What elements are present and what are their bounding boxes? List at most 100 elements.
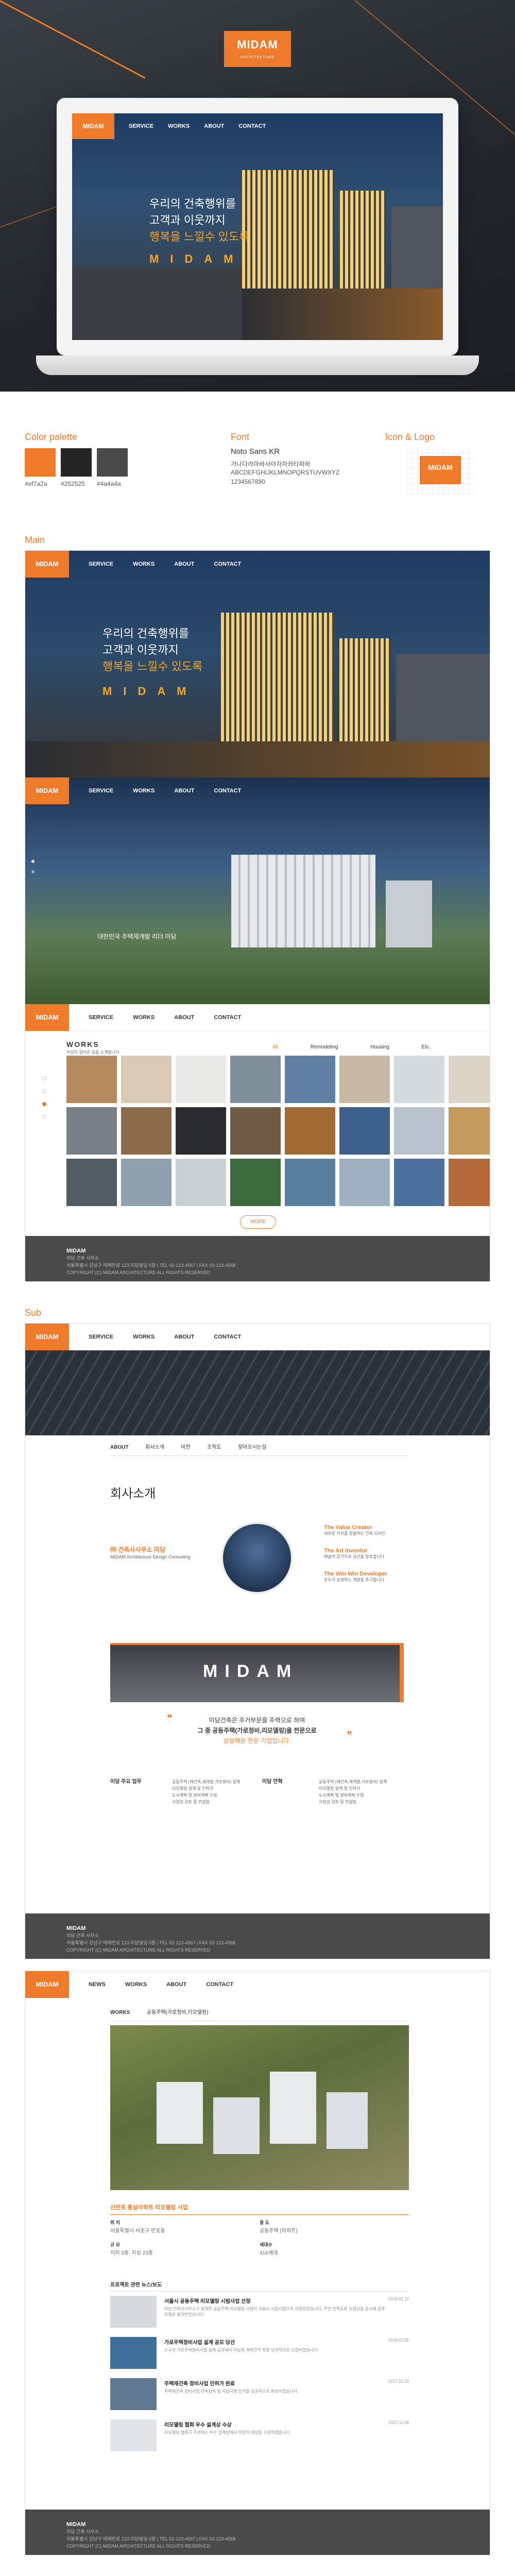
mockup-logo[interactable]: MIDAM <box>72 113 114 139</box>
work-thumb[interactable] <box>66 1056 117 1103</box>
filter-all[interactable]: All <box>272 1044 278 1050</box>
nav-contact[interactable]: CONTACT <box>214 561 241 567</box>
work-thumb[interactable] <box>121 1056 171 1103</box>
nav-contact[interactable]: CONTACT <box>214 788 241 794</box>
nav-contact[interactable]: CONTACT <box>214 1334 241 1340</box>
tab-works[interactable]: WORKS <box>110 2010 130 2015</box>
building <box>270 2072 316 2144</box>
company-name-en: MIDAM Architecture Design Consulting <box>110 1554 191 1560</box>
work-thumb[interactable] <box>230 1107 281 1155</box>
swatch-label: #252525 <box>61 480 85 487</box>
work-thumb[interactable] <box>230 1159 281 1206</box>
tab-company[interactable]: 회사소개 <box>145 1445 164 1450</box>
nav-works[interactable]: WORKS <box>125 1981 147 1988</box>
nav-service[interactable]: SERVICE <box>89 561 113 567</box>
slide-dot[interactable] <box>31 870 35 873</box>
laptop-screen: MIDAM SERVICE WORKS ABOUT CONTACT 우리의 건축… <box>72 113 443 340</box>
tab-about[interactable]: ABOUT <box>110 1445 129 1450</box>
work-thumb[interactable] <box>121 1159 171 1206</box>
work-thumb[interactable] <box>66 1159 117 1206</box>
nav-works[interactable]: WORKS <box>133 561 154 567</box>
company-photo <box>221 1522 293 1594</box>
side-dot[interactable] <box>42 1076 46 1080</box>
mockup-nav: MIDAM SERVICE WORKS ABOUT CONTACT <box>72 113 443 139</box>
work-thumb[interactable] <box>285 1107 335 1155</box>
side-dot[interactable] <box>42 1115 46 1119</box>
project-details: 위 치 서울특별시 서초구 반포동 용 도 공동주택 (아파트) 규 모 지하 3층, … <box>110 2220 298 2256</box>
work-thumb[interactable] <box>121 1107 171 1155</box>
nav-works[interactable]: WORKS <box>133 1334 154 1340</box>
tab-org[interactable]: 조직도 <box>207 1445 221 1450</box>
work-thumb[interactable] <box>339 1107 390 1155</box>
nav-works[interactable]: WORKS <box>168 123 190 129</box>
nav-about[interactable]: ABOUT <box>174 561 194 567</box>
side-dot-active[interactable] <box>42 1102 46 1106</box>
nav-contact[interactable]: CONTACT <box>214 1014 241 1021</box>
nav-about[interactable]: ABOUT <box>174 1014 194 1021</box>
work-thumb[interactable] <box>339 1056 390 1103</box>
sub-tabs: ABOUT 회사소개 비전 조직도 찾아오시는길 <box>110 1442 409 1456</box>
work-thumb[interactable] <box>449 1107 490 1155</box>
nav-service[interactable]: SERVICE <box>89 788 113 794</box>
work-thumb[interactable] <box>285 1159 335 1206</box>
work-thumb[interactable] <box>394 1056 444 1103</box>
hero-word: MIDAM <box>102 685 198 698</box>
nav-service[interactable]: SERVICE <box>89 1334 113 1340</box>
main-label: Main <box>25 535 45 545</box>
work-thumb[interactable] <box>176 1056 226 1103</box>
work-thumb[interactable] <box>66 1107 117 1155</box>
filter-etc[interactable]: Etc. <box>422 1044 431 1050</box>
nav-contact[interactable]: CONTACT <box>206 1981 233 1988</box>
tab-housing[interactable]: 공동주택(가로정비,리모델링) <box>147 2010 209 2015</box>
filter-remodeling[interactable]: Remodeling <box>311 1044 338 1050</box>
building <box>386 880 432 947</box>
news-item[interactable]: 리모델링 협회 우수 설계상 수상 리모델링 협회가 주관하는 우수 설계상에서… <box>110 2419 409 2455</box>
quote: ❝ 미담건축은 주거부문을 주력으로 하며 그 중 공동주택(가로정비,리모델링… <box>167 1713 352 1744</box>
nav-about[interactable]: ABOUT <box>204 123 224 129</box>
work-thumb[interactable] <box>339 1159 390 1206</box>
nav-logo[interactable]: MIDAM <box>25 551 69 578</box>
sub-nav: MIDAM SERVICE WORKS ABOUT CONTACT <box>25 1324 490 1350</box>
side-dot[interactable] <box>42 1089 46 1093</box>
work-thumb[interactable] <box>394 1159 444 1206</box>
nav-service[interactable]: SERVICE <box>89 1014 113 1021</box>
building <box>157 2082 203 2144</box>
nav-service[interactable]: SERVICE <box>129 123 153 129</box>
nav-contact[interactable]: CONTACT <box>238 123 266 129</box>
hero-copy: 우리의 건축행위를 고객과 이웃까지 행복을 느낄수 있도록 <box>102 627 203 673</box>
work-thumb[interactable] <box>285 1056 335 1103</box>
nav-about[interactable]: ABOUT <box>166 1981 186 1988</box>
nav-logo[interactable]: MIDAM <box>25 1971 69 1998</box>
nav-about[interactable]: ABOUT <box>174 788 194 794</box>
work-thumb[interactable] <box>230 1056 281 1103</box>
work-thumb[interactable] <box>394 1107 444 1155</box>
nav-about[interactable]: ABOUT <box>174 1334 194 1340</box>
nav-works[interactable]: WORKS <box>133 1014 154 1021</box>
nav-works[interactable]: WORKS <box>133 788 154 794</box>
work-thumb[interactable] <box>176 1159 226 1206</box>
filter-housing[interactable]: Housing <box>370 1044 389 1050</box>
nav-logo[interactable]: MIDAM <box>25 777 69 804</box>
swatch-gray <box>97 448 128 477</box>
hero-section: MIDAM ARCHITECTURE MIDAM SERVICE WORKS A… <box>0 0 515 392</box>
more-button[interactable]: MORE <box>240 1215 276 1229</box>
nav-logo[interactable]: MIDAM <box>25 1324 69 1350</box>
tab-vision[interactable]: 비전 <box>181 1445 190 1450</box>
work-thumb[interactable] <box>449 1159 490 1206</box>
work-thumb[interactable] <box>176 1107 226 1155</box>
icon-logo-label: Icon & Logo <box>385 432 435 442</box>
tab-location[interactable]: 찾아오시는길 <box>238 1445 266 1450</box>
work-thumb[interactable] <box>449 1056 490 1103</box>
ground <box>72 268 242 340</box>
works-title: WORKS <box>66 1040 99 1048</box>
news-item[interactable]: 가로주택정비사업 설계 공모 당선 소규모 가로주택정비사업 설계 공모에서 미… <box>110 2337 409 2373</box>
news-item[interactable]: 서울시 공동주택 리모델링 시범사업 선정 미담 건축사사무소가 설계한 공동주… <box>110 2296 409 2332</box>
news-item[interactable]: 주택재건축 정비사업 인허가 완료 주택재건축 정비사업 건축심의 및 사업시행… <box>110 2378 409 2414</box>
building <box>391 206 443 289</box>
nav-logo[interactable]: MIDAM <box>25 1004 69 1031</box>
swatch-dark <box>61 448 92 477</box>
nav-news[interactable]: NEWS <box>89 1981 106 1988</box>
works-subtitle: 미담이 걸어온 길을 소개합니다 <box>66 1050 119 1055</box>
font-sample-latin: ABCDEFGHIJKLMNOPQRSTUVWXYZ <box>231 469 340 476</box>
slide-dot[interactable] <box>31 860 35 863</box>
